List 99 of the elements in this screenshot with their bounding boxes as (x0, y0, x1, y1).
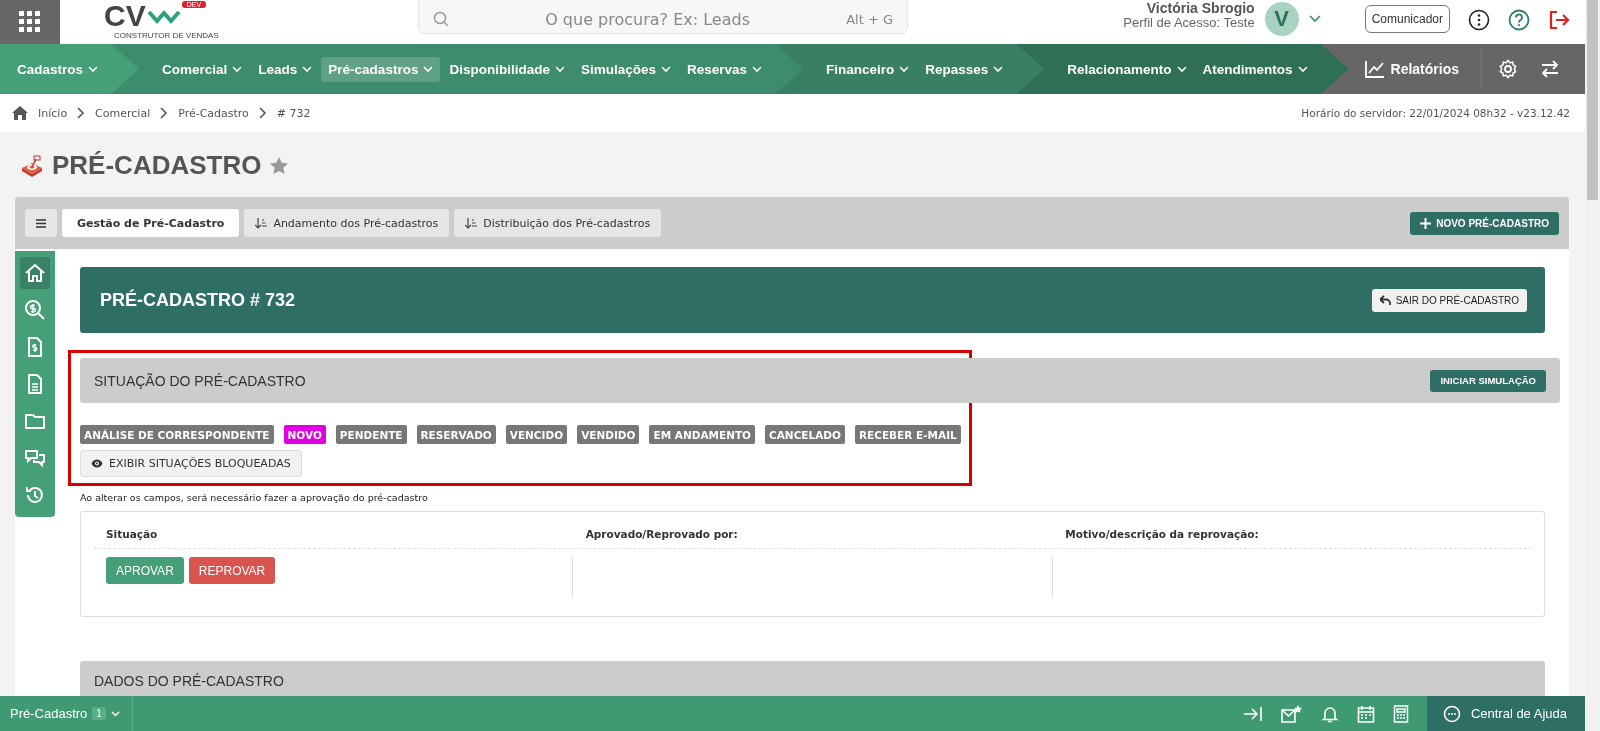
start-simulation-button[interactable]: INICIAR SIMULAÇÃO (1430, 369, 1546, 392)
communicator-button[interactable]: Comunicador (1364, 5, 1450, 33)
chevron-down-icon (1176, 65, 1187, 73)
reject-button[interactable]: REPROVAR (188, 557, 276, 584)
status-tag[interactable]: VENDIDO (577, 425, 640, 444)
section-title: SITUAÇÃO DO PRÉ-CADASTRO (94, 372, 306, 389)
new-record-button[interactable]: NOVO PRÉ-CADASTRO (1410, 211, 1559, 235)
apps-menu-button[interactable] (0, 0, 60, 44)
chevron-down-icon (993, 65, 1004, 73)
menu-item[interactable]: Leads (251, 56, 320, 82)
exit-button[interactable]: SAIR DO PRÉ-CADASTRO (1371, 288, 1527, 312)
chevron-down-icon (752, 65, 762, 73)
menu-icon (36, 218, 46, 228)
menu-button[interactable] (25, 209, 57, 237)
menu-item[interactable]: Cadastros (10, 56, 106, 82)
status-tag[interactable]: VENCIDO (505, 425, 568, 444)
chevron-down-icon (554, 65, 565, 73)
user-name: Victória Sbrogio (1146, 0, 1255, 15)
chat-dots-icon (1442, 704, 1461, 723)
menu-item[interactable]: Simulações (573, 56, 678, 82)
grid-icon (19, 11, 41, 33)
chevron-right-icon (77, 107, 86, 119)
menu-item[interactable]: Relacionamento (1060, 56, 1194, 82)
tab[interactable]: Gestão de Pré-Cadastro (62, 209, 240, 237)
sort-icon (465, 217, 479, 229)
search-field[interactable]: O que procura? Ex: Leads Alt + G (418, 0, 908, 34)
logout-icon[interactable] (1548, 9, 1570, 31)
help-center-button[interactable]: Central de Ajuda (1426, 696, 1585, 731)
breadcrumb-link[interactable]: Comercial (95, 106, 151, 120)
status-tag[interactable]: RESERVADO (416, 425, 496, 444)
open-tab-button[interactable]: Pré-Cadastro 1 (0, 696, 133, 731)
tab[interactable]: Distribuição dos Pré-cadastros (454, 209, 662, 237)
status-tag[interactable]: RECEBER E-MAIL (855, 425, 961, 444)
money-search-icon (24, 299, 46, 321)
plus-icon (1420, 217, 1432, 229)
collapse-icon[interactable] (1242, 704, 1263, 723)
breadcrumb-link[interactable]: # 732 (276, 106, 311, 120)
chevron-down-icon (88, 65, 99, 73)
chevron-down-icon[interactable] (1308, 15, 1321, 23)
breadcrumb-link[interactable]: Pré-Cadastro (178, 106, 249, 120)
mail-icon[interactable] (1280, 703, 1303, 724)
status-tag[interactable]: EM ANDAMENTO (649, 425, 755, 444)
sort-icon (255, 217, 269, 229)
status-tag[interactable]: PENDENTE (335, 425, 407, 444)
page-title: PRÉ-CADASTRO (52, 150, 262, 181)
menu-item[interactable]: Comercial (155, 56, 250, 82)
column-header: Situação (105, 528, 159, 540)
tab[interactable]: Andamento dos Pré-cadastros (244, 209, 450, 237)
search-icon (433, 11, 449, 27)
chevron-down-icon (1297, 65, 1308, 73)
chevron-down-icon (423, 65, 434, 73)
more-options-icon[interactable] (1468, 9, 1490, 31)
menu-item[interactable]: Reservas (679, 56, 769, 82)
menu-item[interactable]: Financeiro (819, 56, 917, 82)
search-input[interactable]: O que procura? Ex: Leads (459, 8, 837, 30)
menu-item[interactable]: Atendimentos (1195, 56, 1315, 82)
approve-button[interactable]: APROVAR (106, 557, 184, 584)
chevron-right-icon (258, 107, 267, 119)
menu-item[interactable]: Pré-cadastros (321, 56, 441, 82)
column-header: Motivo/descrição da reprovação: (1064, 528, 1260, 540)
home-icon (12, 106, 28, 120)
eye-icon (91, 459, 103, 468)
reply-arrow-icon (1379, 295, 1391, 305)
chevron-down-icon (232, 65, 243, 73)
reports-link[interactable]: Relatórios (1358, 59, 1465, 79)
chevron-down-icon (302, 65, 313, 73)
menu-item[interactable]: Repasses (918, 56, 1011, 82)
history-icon (24, 484, 46, 506)
user-avatar[interactable]: V (1264, 2, 1299, 36)
help-icon[interactable] (1508, 9, 1530, 31)
show-blocked-button[interactable]: EXIBIR SITUAÇÕES BLOQUEADAS (80, 450, 302, 477)
server-time: Horário do servidor: 22/01/2024 08h32 - v23.12.42 (1301, 107, 1570, 119)
calculator-icon[interactable] (1392, 704, 1409, 723)
logo-letters: CV (104, 0, 146, 31)
record-title: PRÉ-CADASTRO # 732 (100, 289, 296, 311)
home-button[interactable] (20, 257, 50, 289)
column-header: Aprovado/Reprovado por: (584, 528, 739, 540)
notice-text: Ao alterar os campos, será necessário fazer a aprovação do pré-cadastro (80, 492, 429, 503)
chevron-down-icon (899, 65, 910, 73)
chevron-down-icon (660, 65, 671, 73)
status-tag[interactable]: CANCELADO (765, 425, 845, 444)
shortcut-hint: Alt + G (846, 11, 893, 27)
calendar-icon[interactable] (1356, 704, 1375, 723)
chat-icon (24, 447, 46, 469)
status-tag[interactable]: NOVO (283, 425, 326, 444)
swap-arrows-icon[interactable] (1540, 60, 1560, 78)
breadcrumb-link[interactable]: Início (38, 106, 68, 120)
target-icon (20, 154, 44, 177)
line-chart-icon (1364, 60, 1385, 78)
chevron-right-icon (160, 107, 169, 119)
section-title: DADOS DO PRÉ-CADASTRO (94, 673, 284, 689)
home-icon (24, 262, 46, 284)
bell-icon[interactable] (1320, 704, 1339, 723)
menu-item[interactable]: Disponibilidade (442, 56, 572, 82)
logo-tagline: CONSTRUTOR DE VENDAS (114, 30, 219, 40)
status-tag[interactable]: ANÁLISE DE CORRESPONDENTE (80, 425, 274, 444)
star-icon[interactable] (269, 155, 290, 176)
settings-icon[interactable] (1498, 59, 1518, 79)
chevron-down-icon (110, 710, 120, 717)
